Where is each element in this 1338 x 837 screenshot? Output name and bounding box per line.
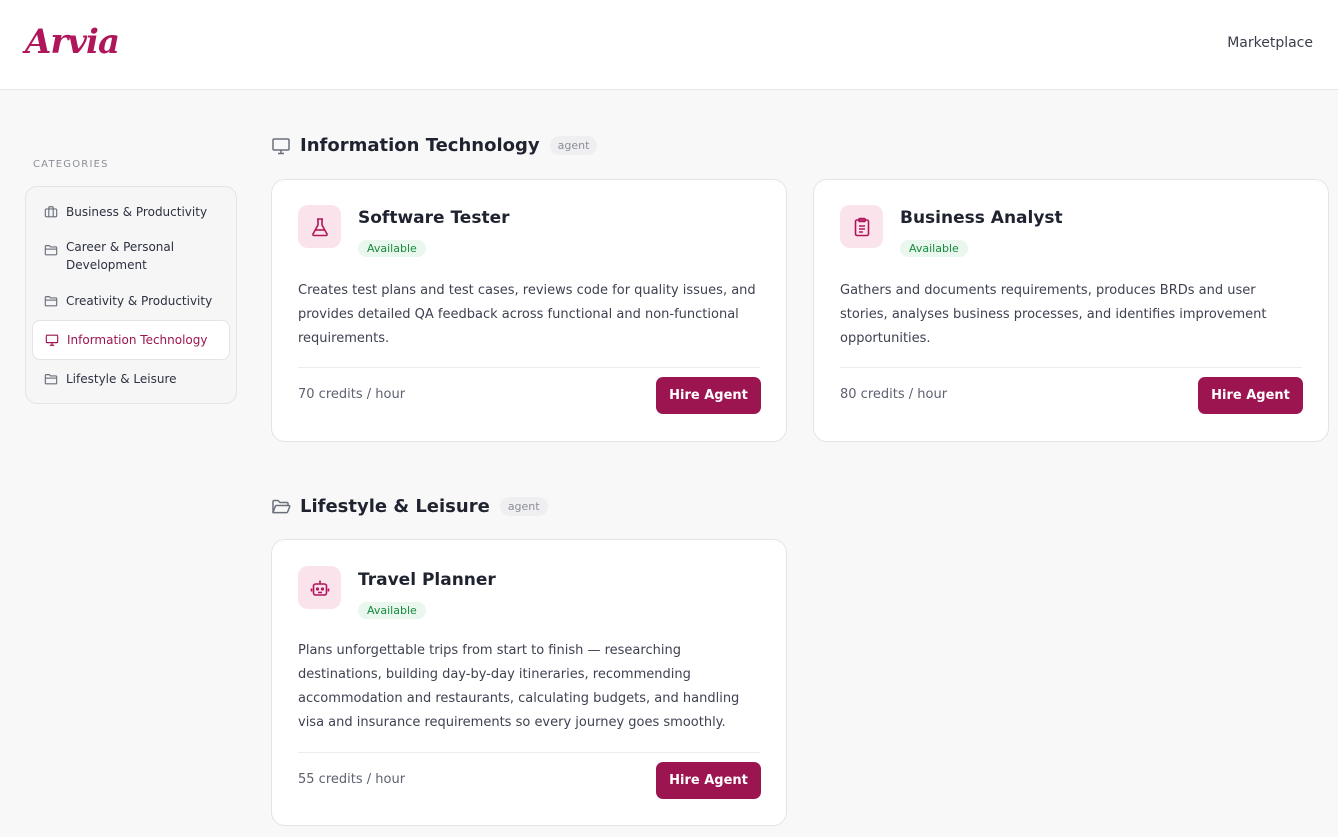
top-bar: Arvia Marketplace [0,0,1338,90]
card-price: 80 credits / hour [840,387,948,402]
flask-icon [311,217,328,236]
agent-card-software-tester: Software Tester Available Creates test p… [271,179,787,442]
robot-icon [310,580,329,596]
clipboard-icon [854,217,869,236]
sidebar-item-label: Creativity & Productivity [66,294,213,308]
monitor-icon [45,334,59,346]
sidebar-item-information-technology[interactable]: Information Technology [32,320,230,360]
hire-agent-button[interactable]: Hire Agent [656,377,761,414]
status-badge: Available [900,240,968,257]
section-title-information-technology: Information Technology agent [271,135,598,156]
monitor-icon [272,137,290,154]
section-tag: agent [549,136,598,155]
sidebar-item-label: Information Technology [67,333,208,347]
arvia-logo[interactable]: Arvia [25,22,120,62]
card-title: Software Tester [358,208,510,228]
card-title: Travel Planner [358,570,496,590]
card-icon-box [298,205,341,248]
section-title-text: Lifestyle & Leisure [300,496,490,517]
sidebar-item-career-personal-development[interactable]: Career & Personal Development [32,231,230,282]
hire-agent-button[interactable]: Hire Agent [1198,377,1303,414]
card-description: Gathers and documents requirements, prod… [840,283,1267,346]
card-price: 70 credits / hour [298,387,406,402]
sidebar-heading: CATEGORIES [33,159,109,170]
status-badge: Available [358,602,426,619]
section-title-text: Information Technology [300,135,540,156]
card-price: 55 credits / hour [298,772,406,787]
sidebar-item-label: Lifestyle & Leisure [66,372,177,386]
card-divider [840,367,1302,368]
folder-icon [44,245,58,256]
nav-link-marketplace[interactable]: Marketplace [1227,35,1313,51]
category-sidebar: Business & Productivity Career & Persona… [25,186,237,404]
sidebar-item-label: Career & Personal Development [66,240,175,272]
sidebar-item-business-productivity[interactable]: Business & Productivity [32,193,230,231]
sidebar-item-lifestyle-leisure[interactable]: Lifestyle & Leisure [32,360,230,398]
card-divider [298,752,760,753]
section-tag: agent [499,497,548,516]
agent-card-business-analyst: Business Analyst Available Gathers and d… [813,179,1329,442]
folder-icon [44,296,58,307]
briefcase-icon [44,206,58,218]
sidebar-item-label: Business & Productivity [66,205,208,219]
card-divider [298,367,760,368]
card-description: Creates test plans and test cases, revie… [298,283,756,346]
card-title: Business Analyst [900,208,1063,228]
section-title-lifestyle-leisure: Lifestyle & Leisure agent [271,496,548,517]
sidebar-item-creativity-productivity[interactable]: Creativity & Productivity [32,282,230,320]
status-badge: Available [358,240,426,257]
card-icon-box [840,205,883,248]
card-icon-box [298,566,341,609]
agent-card-travel-planner: Travel Planner Available Plans unforgett… [271,539,787,826]
folder-open-icon [272,499,291,513]
folder-icon [44,374,58,385]
card-description: Plans unforgettable trips from start to … [298,643,740,730]
hire-agent-button[interactable]: Hire Agent [656,762,761,799]
